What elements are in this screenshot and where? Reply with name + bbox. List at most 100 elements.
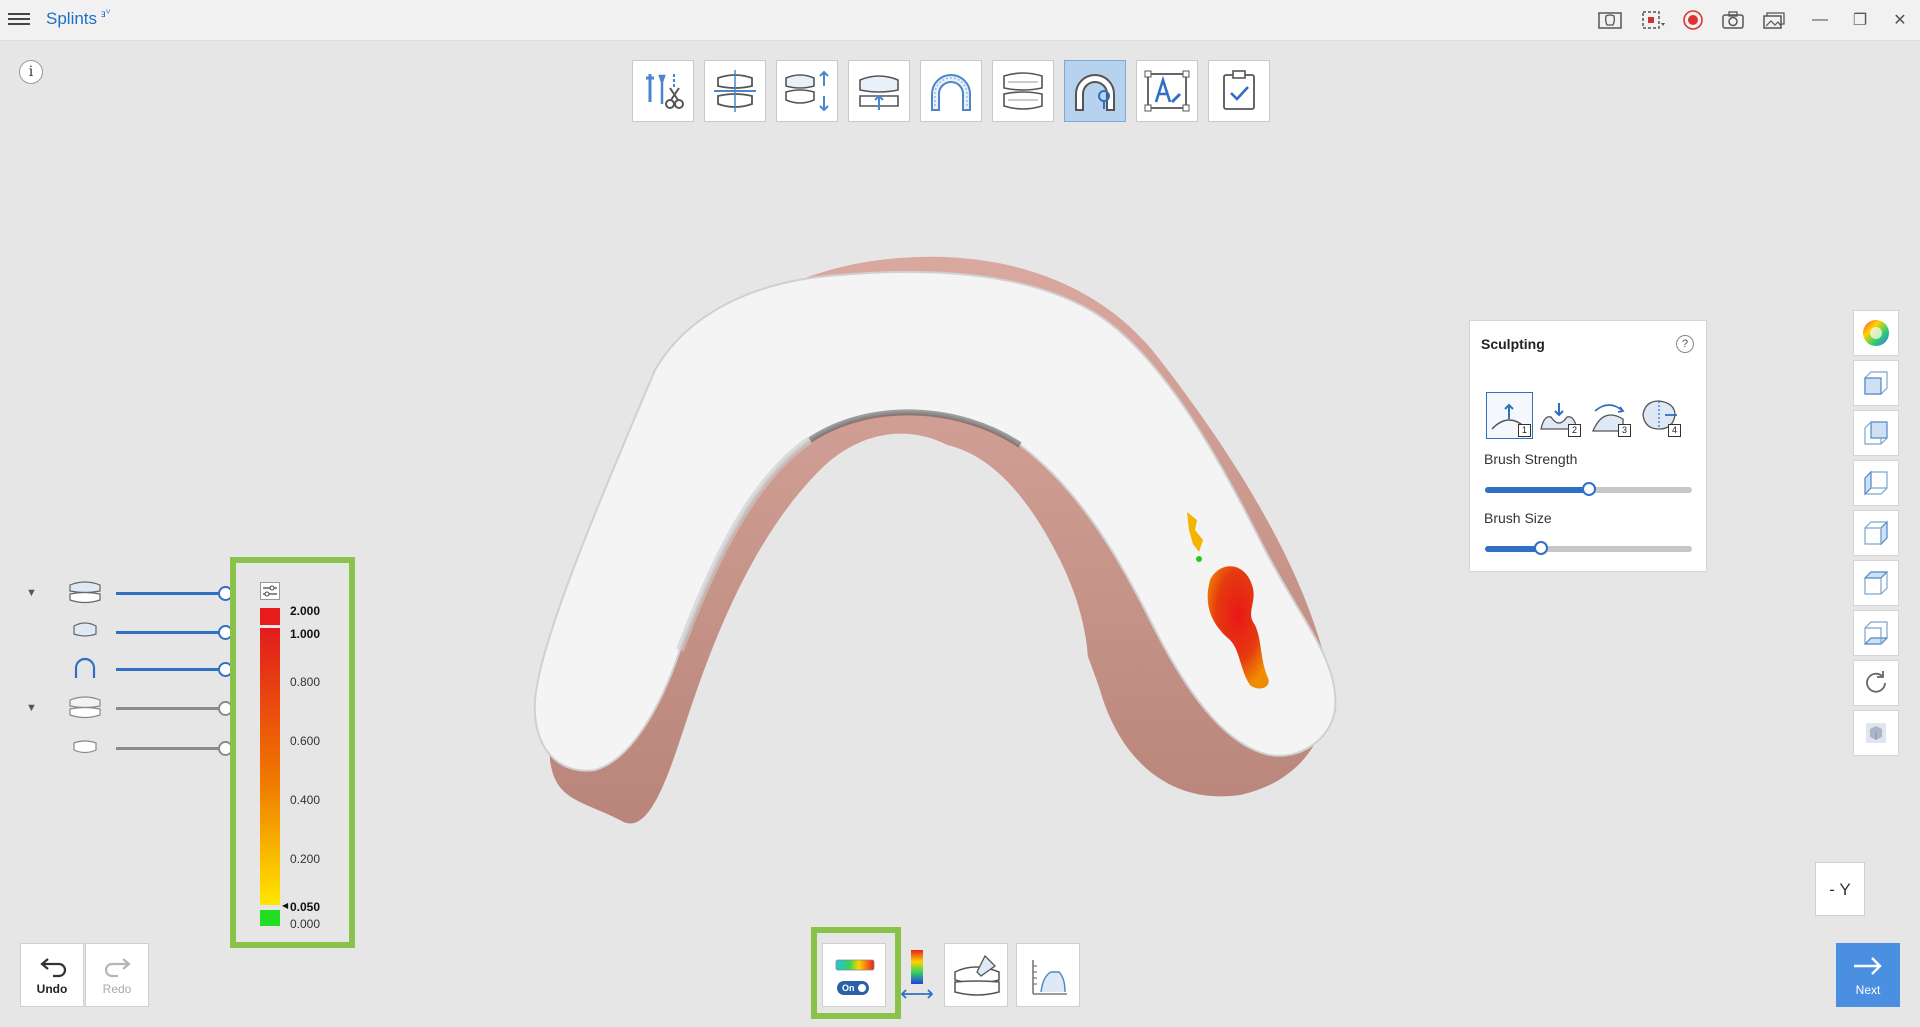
layer-row-antagonist xyxy=(24,738,244,758)
brush-strength-slider[interactable] xyxy=(1485,482,1692,496)
color-map-icon xyxy=(835,959,875,971)
hamburger-menu-icon[interactable] xyxy=(8,10,30,28)
layer-row-lower-jaw: ▼ xyxy=(24,695,244,719)
cube-front-icon xyxy=(1864,371,1888,395)
expand-arrow-icon[interactable]: ▼ xyxy=(26,702,37,714)
shaded-cube-icon xyxy=(1866,723,1886,743)
legend-label: 0.050 xyxy=(290,900,321,914)
legend-label: 0.800 xyxy=(290,675,321,689)
help-icon[interactable]: ? xyxy=(1676,335,1694,353)
splint-3d-model[interactable] xyxy=(520,240,1400,860)
next-label: Next xyxy=(1855,983,1881,997)
insertion-direction-icon xyxy=(785,70,829,112)
cube-bottom-icon xyxy=(1863,621,1889,645)
splint-shell-opacity-slider[interactable] xyxy=(116,662,233,677)
close-icon[interactable]: ✕ xyxy=(1887,8,1913,32)
bite-align-icon xyxy=(714,70,756,112)
workflow-step-bite-align[interactable] xyxy=(704,60,766,122)
antagonist-icon[interactable] xyxy=(68,735,102,759)
workflow-step-finish[interactable] xyxy=(1208,60,1270,122)
expand-arrow-icon[interactable]: ▼ xyxy=(26,587,37,599)
measure-button[interactable] xyxy=(1016,943,1080,1007)
texture-view-button[interactable] xyxy=(1853,710,1899,756)
tooth-library-icon[interactable] xyxy=(1597,8,1623,32)
minimize-icon[interactable]: — xyxy=(1807,8,1833,32)
occlusal-plane-icon xyxy=(859,75,899,110)
brush-size-fill xyxy=(1485,546,1541,552)
brush-size-slider[interactable] xyxy=(1485,541,1692,555)
remove-brush-button[interactable]: 2 xyxy=(1536,392,1583,439)
legend-color-bar xyxy=(260,608,280,926)
view-bottom-button[interactable] xyxy=(1853,610,1899,656)
layer-row-splint-shell xyxy=(24,656,244,680)
legend-threshold-marker: ◀ xyxy=(282,901,289,910)
upper-splint-opacity-slider[interactable] xyxy=(116,625,233,640)
deviation-map-toggle[interactable]: On xyxy=(822,943,886,1007)
brush-size-knob[interactable] xyxy=(1533,541,1548,555)
color-range-button[interactable] xyxy=(894,943,936,1007)
title-bar: Splints ⱻⱽ — ❐ ✕ xyxy=(0,0,1920,41)
add-brush-button[interactable]: 1 xyxy=(1486,392,1533,439)
color-wheel-button[interactable] xyxy=(1853,310,1899,356)
record-icon[interactable] xyxy=(1680,8,1706,32)
view-back-button[interactable] xyxy=(1853,410,1899,456)
capture-area-icon[interactable] xyxy=(1640,8,1666,32)
axis-indicator[interactable]: - Y xyxy=(1815,862,1865,916)
workflow-step-text-label[interactable] xyxy=(1136,60,1198,122)
maximize-icon[interactable]: ❐ xyxy=(1847,8,1873,32)
redo-button[interactable]: Redo xyxy=(85,943,149,1007)
smooth-brush-button[interactable]: 3 xyxy=(1586,392,1633,439)
view-top-button[interactable] xyxy=(1853,560,1899,606)
undo-icon xyxy=(40,958,67,978)
layer-row-upper-jaw: ▼ xyxy=(24,580,244,604)
measure-icon xyxy=(1032,960,1067,995)
layer-row-upper-splint xyxy=(24,622,244,642)
brush-strength-fill xyxy=(1485,487,1589,493)
upper-jaw-opacity-slider[interactable] xyxy=(116,586,233,601)
lower-jaw-opacity-slider[interactable] xyxy=(116,701,233,716)
rotate-icon xyxy=(1866,671,1886,693)
workflow-step-design-arch[interactable] xyxy=(920,60,982,122)
info-icon[interactable]: i xyxy=(19,60,43,84)
deviation-legend: ◀ 2.000 1.000 0.800 0.600 0.400 0.200 0.050 0.0… xyxy=(238,564,348,944)
antagonist-opacity-slider[interactable] xyxy=(116,741,233,756)
occlusion-check-icon xyxy=(1003,72,1043,110)
workflow-step-insertion-direction[interactable] xyxy=(776,60,838,122)
contact-check-button[interactable] xyxy=(944,943,1008,1007)
sculpting-title: Sculpting xyxy=(1481,336,1545,352)
bottom-toolbar: On xyxy=(822,943,1080,1007)
upper-splint-icon[interactable] xyxy=(68,619,102,643)
view-left-button[interactable] xyxy=(1853,460,1899,506)
legend-label: 0.200 xyxy=(290,852,321,866)
brush-number: 3 xyxy=(1618,424,1631,437)
sculpt-splint-icon xyxy=(1075,74,1115,111)
next-button[interactable]: Next xyxy=(1836,943,1900,1007)
arch-shell-icon[interactable] xyxy=(68,656,102,680)
morph-brush-button[interactable]: 4 xyxy=(1636,392,1683,439)
arrow-right-icon xyxy=(1854,957,1882,975)
rotate-view-button[interactable] xyxy=(1853,660,1899,706)
workflow-step-occlusion-check[interactable] xyxy=(992,60,1054,122)
camera-icon[interactable] xyxy=(1720,8,1746,32)
lower-jaw-icon[interactable] xyxy=(68,695,102,719)
brush-number: 4 xyxy=(1668,424,1681,437)
undo-button[interactable]: Undo xyxy=(20,943,84,1007)
gallery-icon[interactable] xyxy=(1761,8,1787,32)
deviation-on-toggle[interactable]: On xyxy=(837,981,869,995)
workflow-step-tooth-prep[interactable] xyxy=(632,60,694,122)
view-front-button[interactable] xyxy=(1853,360,1899,406)
brush-number: 1 xyxy=(1518,424,1531,437)
view-right-button[interactable] xyxy=(1853,510,1899,556)
legend-label: 0.000 xyxy=(290,917,321,931)
brush-strength-knob[interactable] xyxy=(1581,482,1596,496)
cube-right-icon xyxy=(1864,520,1888,546)
legend-label: 0.600 xyxy=(290,734,321,748)
workflow-step-occlusal-plane[interactable] xyxy=(848,60,910,122)
color-wheel-icon xyxy=(1863,320,1889,346)
workflow-step-sculpting[interactable] xyxy=(1064,60,1126,122)
clipboard-check-icon xyxy=(1223,70,1255,110)
legend-settings-icon[interactable] xyxy=(260,582,280,600)
legend-label: 0.400 xyxy=(290,793,321,807)
upper-jaw-splint-icon[interactable] xyxy=(68,580,102,604)
redo-label: Redo xyxy=(102,982,132,996)
